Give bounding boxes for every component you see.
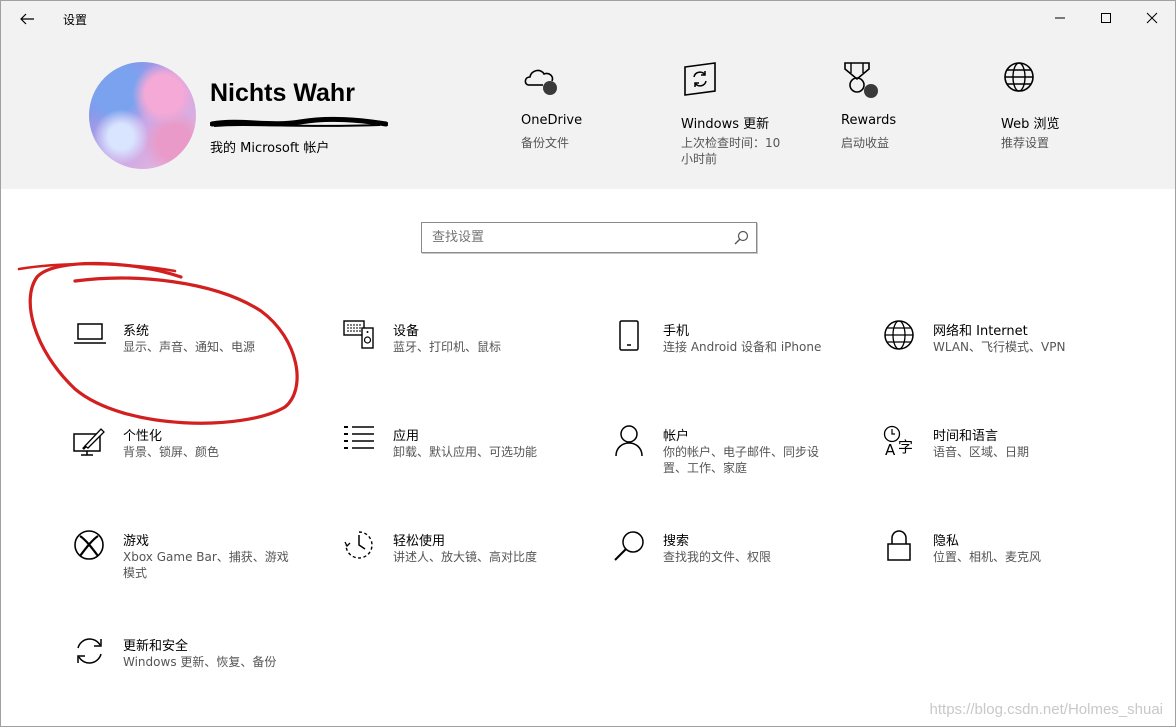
- close-icon: [1146, 12, 1158, 24]
- web-browsing-title: Web 浏览: [1001, 117, 1060, 132]
- quick-link-web-browsing[interactable]: Web 浏览 推荐设置: [1001, 61, 1121, 171]
- user-name: Nichts Wahr: [210, 79, 355, 107]
- tile-title: 隐私: [933, 534, 960, 549]
- web-browsing-subtitle: 推荐设置: [1001, 136, 1050, 150]
- tile-subtitle: 你的帐户、电子邮件、同步设置、工作、家庭: [663, 445, 820, 475]
- tile-subtitle: 蓝牙、打印机、鼠标: [393, 340, 502, 354]
- tile-gaming[interactable]: 游戏 Xbox Game Bar、捕获、游戏模式: [73, 530, 323, 610]
- tile-subtitle: Windows 更新、恢复、备份: [123, 655, 277, 669]
- tile-subtitle: 卸载、默认应用、可选功能: [393, 445, 538, 459]
- search-box[interactable]: [421, 222, 757, 253]
- search-icon: [614, 531, 644, 561]
- tile-personalization[interactable]: 个性化 背景、锁屏、颜色: [73, 425, 323, 505]
- windows-update-title: Windows 更新: [681, 117, 770, 132]
- devices-icon: [343, 320, 374, 349]
- tile-update-security[interactable]: 更新和安全 Windows 更新、恢复、备份: [73, 635, 323, 715]
- windows-update-subtitle: 上次检查时间：10 小时前: [681, 136, 781, 166]
- globe-icon: [1004, 62, 1034, 92]
- svg-text:A: A: [885, 441, 896, 459]
- minimize-button[interactable]: [1037, 1, 1083, 35]
- microsoft-account-link[interactable]: 我的 Microsoft 帐户: [210, 137, 329, 156]
- tile-phone[interactable]: 手机 连接 Android 设备和 iPhone: [613, 320, 863, 400]
- tile-ease-of-access[interactable]: 轻松使用 讲述人、放大镜、高对比度: [343, 530, 593, 610]
- close-button[interactable]: [1129, 1, 1175, 35]
- tile-title: 帐户: [663, 429, 690, 444]
- personalization-icon: [73, 428, 105, 456]
- onedrive-subtitle: 备份文件: [521, 136, 570, 150]
- tile-title: 应用: [393, 429, 420, 444]
- rewards-medal-icon: [844, 62, 878, 98]
- avatar[interactable]: [89, 62, 196, 169]
- onedrive-cloud-icon: [524, 69, 557, 95]
- tile-title: 个性化: [123, 429, 163, 444]
- tile-network[interactable]: 网络和 Internet WLAN、飞行模式、VPN: [883, 320, 1133, 400]
- window-title: 设置: [63, 13, 88, 27]
- tile-title: 系统: [123, 324, 150, 339]
- watermark: https://blog.csdn.net/Holmes_shuai: [929, 701, 1163, 718]
- maximize-button[interactable]: [1083, 1, 1129, 35]
- tile-subtitle: 查找我的文件、权限: [663, 550, 772, 564]
- tile-system[interactable]: 系统 显示、声音、通知、电源: [73, 320, 323, 400]
- maximize-icon: [1101, 13, 1111, 23]
- apps-list-icon: [344, 426, 374, 449]
- tile-devices[interactable]: 设备 蓝牙、打印机、鼠标: [343, 320, 593, 400]
- tile-title: 设备: [393, 324, 420, 339]
- tile-title: 搜索: [663, 534, 690, 549]
- search-input[interactable]: [432, 230, 722, 245]
- tile-title: 更新和安全: [123, 639, 189, 654]
- tile-title: 游戏: [123, 534, 150, 549]
- tile-title: 轻松使用: [393, 534, 446, 549]
- tile-time-language[interactable]: A 字 时间和语言 语音、区域、日期: [883, 425, 1133, 505]
- sync-icon: [77, 638, 102, 664]
- onedrive-title: OneDrive: [521, 113, 583, 128]
- laptop-icon: [74, 323, 106, 344]
- quick-link-rewards[interactable]: Rewards 启动收益: [841, 61, 961, 171]
- back-button[interactable]: [11, 5, 43, 33]
- settings-window: 设置 Nichts Wahr 我的 Microsoft 帐户 OneDrive: [0, 0, 1176, 727]
- xbox-icon: [74, 530, 104, 560]
- svg-text:字: 字: [898, 438, 913, 456]
- tile-subtitle: 背景、锁屏、颜色: [123, 445, 220, 459]
- quick-link-windows-update[interactable]: Windows 更新 上次检查时间：10 小时前: [681, 61, 801, 181]
- back-arrow-icon: [20, 13, 34, 25]
- tile-subtitle: 语音、区域、日期: [933, 445, 1030, 459]
- rewards-subtitle: 启动收益: [841, 136, 890, 150]
- tile-accounts[interactable]: 帐户 你的帐户、电子邮件、同步设置、工作、家庭: [613, 425, 863, 505]
- profile-header: Nichts Wahr 我的 Microsoft 帐户 OneDrive 备份文…: [1, 37, 1175, 189]
- tile-subtitle: 讲述人、放大镜、高对比度: [393, 550, 538, 564]
- tile-subtitle: 连接 Android 设备和 iPhone: [663, 340, 822, 354]
- redacted-email: [210, 116, 388, 127]
- tile-title: 网络和 Internet: [933, 324, 1028, 339]
- minimize-icon: [1055, 17, 1065, 19]
- tile-search[interactable]: 搜索 查找我的文件、权限: [613, 530, 863, 610]
- tile-subtitle: 显示、声音、通知、电源: [123, 340, 256, 354]
- tile-title: 时间和语言: [933, 429, 999, 444]
- tile-title: 手机: [663, 324, 690, 339]
- tile-subtitle: 位置、相机、麦克风: [933, 550, 1042, 564]
- tile-subtitle: Xbox Game Bar、捕获、游戏模式: [123, 550, 289, 580]
- time-language-icon: A 字: [883, 425, 913, 459]
- title-bar: 设置: [1, 1, 1175, 37]
- lock-icon: [887, 530, 911, 561]
- person-icon: [615, 425, 643, 457]
- rewards-title: Rewards: [841, 113, 897, 128]
- globe-icon: [884, 320, 914, 350]
- search-icon: [734, 230, 749, 245]
- tile-subtitle: WLAN、飞行模式、VPN: [933, 340, 1066, 354]
- ease-of-access-icon: [344, 531, 373, 559]
- phone-icon: [619, 320, 639, 351]
- tile-apps[interactable]: 应用 卸载、默认应用、可选功能: [343, 425, 593, 505]
- tile-privacy[interactable]: 隐私 位置、相机、麦克风: [883, 530, 1133, 610]
- quick-link-onedrive[interactable]: OneDrive 备份文件: [521, 61, 651, 171]
- windows-update-icon: [684, 62, 716, 96]
